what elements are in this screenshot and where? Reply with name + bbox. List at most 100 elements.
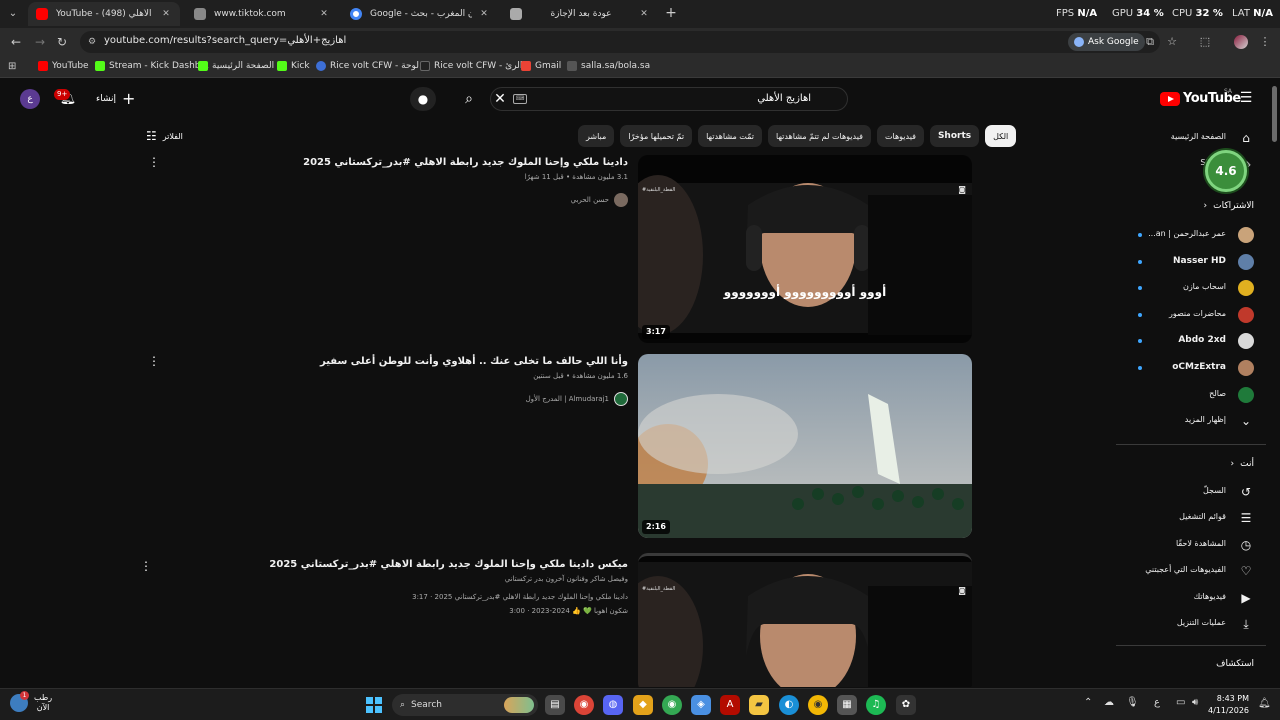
- chip-all[interactable]: الكل: [985, 125, 1017, 147]
- task-view-icon[interactable]: ▤: [545, 695, 565, 715]
- volume-icon[interactable]: 🔊︎: [1192, 697, 1198, 708]
- back-arrow-icon[interactable]: ←: [8, 34, 24, 50]
- microphone-icon[interactable]: ●: [410, 87, 436, 111]
- search-icon[interactable]: ⌕: [455, 87, 483, 111]
- more-options-icon[interactable]: ⋮: [140, 559, 152, 573]
- video-title[interactable]: دادينا ملكي وإحنا الملوك جديد رابطة الاه…: [303, 157, 628, 168]
- weather-widget[interactable]: 1 رطب الآن: [10, 691, 52, 713]
- video-result[interactable]: #القطة_البلنقية ◙ أووو أووووووووو أووووو…: [140, 155, 972, 345]
- rating-badge[interactable]: 4.6: [1205, 150, 1247, 192]
- mix-track-1[interactable]: دادينا ملكي وإحنا الملوك جديد رابطة الاه…: [412, 593, 628, 601]
- copilot-icon[interactable]: ◈: [691, 695, 711, 715]
- notification-center-icon[interactable]: 🔔︎: [1258, 698, 1271, 709]
- sidebar-item-watch-later[interactable]: المشاهدة لاحقًا ◷: [1116, 532, 1266, 558]
- close-icon[interactable]: ✕: [160, 9, 172, 19]
- channel-link[interactable]: المدرج الأول | Almudaraj1: [526, 392, 628, 406]
- sidebar-item-history[interactable]: السجلّ ↺: [1116, 479, 1266, 505]
- bookmark-ricevolt-main[interactable]: Rice volt CFW - الرئ...: [420, 61, 531, 71]
- chrome-dev-icon[interactable]: ◉: [662, 695, 682, 715]
- sidebar-item-playlists[interactable]: قوائم التشغيل ☰: [1116, 505, 1266, 531]
- more-menu-icon[interactable]: ⋮: [1258, 35, 1272, 49]
- bookmark-youtube[interactable]: YouTube: [38, 61, 89, 71]
- chip-videos[interactable]: فيديوهات: [876, 125, 924, 147]
- chip-watched[interactable]: تمّت مشاهدتها: [698, 125, 762, 147]
- site-info-icon[interactable]: ⚙: [88, 36, 100, 48]
- video-title[interactable]: وأنا اللي حالف ما تخلى عنك .. أهلاوي وأن…: [320, 356, 628, 367]
- app-icon[interactable]: ◆: [633, 695, 653, 715]
- video-result[interactable]: 2:16 وأنا اللي حالف ما تخلى عنك .. أهلاو…: [140, 354, 972, 540]
- keyboard-icon[interactable]: ⌨: [513, 94, 527, 104]
- sidebar-item-sub[interactable]: oCMzExtra: [1116, 355, 1266, 381]
- more-options-icon[interactable]: ⋮: [148, 354, 160, 368]
- menu-icon[interactable]: ☰: [1238, 91, 1254, 105]
- bookmark-ricevolt-panel[interactable]: Rice volt CFW - لوحة...: [316, 61, 428, 71]
- edge-icon[interactable]: ◐: [779, 695, 799, 715]
- start-button[interactable]: [366, 697, 382, 713]
- tab-search-icon[interactable]: ⌄: [4, 5, 22, 23]
- tab-return[interactable]: عودة بعد الإجازة ✕: [502, 2, 658, 26]
- bookmark-kick-dashboard[interactable]: Stream - Kick Dashb...: [95, 61, 209, 71]
- ask-google-button[interactable]: Ask Google: [1068, 33, 1145, 51]
- reload-icon[interactable]: ↻: [54, 34, 70, 50]
- chip-shorts[interactable]: Shorts: [929, 125, 980, 147]
- sidebar-item-sub[interactable]: اسحاب مازن: [1116, 275, 1266, 301]
- sidebar-item-home[interactable]: الصفحة الرئيسية ⌂: [1116, 125, 1266, 151]
- account-avatar[interactable]: ع: [20, 89, 40, 109]
- bookmark-kick[interactable]: Kick: [277, 61, 310, 71]
- close-icon[interactable]: ✕: [638, 9, 650, 19]
- you-header[interactable]: أنت ‹: [1116, 455, 1266, 475]
- tab-youtube[interactable]: YouTube - اهازيج الأهلي (498) ✕: [28, 2, 180, 26]
- profile-avatar[interactable]: [1234, 35, 1248, 49]
- scrollbar-thumb[interactable]: [1272, 86, 1277, 142]
- chevron-up-icon[interactable]: ⌃: [1084, 697, 1092, 708]
- bookmark-salla[interactable]: salla.sa/bola.sa: [567, 61, 650, 71]
- more-options-icon[interactable]: ⋮: [148, 155, 160, 169]
- scrollbar[interactable]: [1270, 81, 1278, 687]
- mix-thumbnail[interactable]: #القطة_البلنقية ◙: [638, 553, 972, 687]
- channel-link[interactable]: حسن الحربي: [571, 193, 628, 207]
- tab-google[interactable]: Google - اذان المغرب - بحث ✕: [342, 2, 498, 26]
- chip-live[interactable]: مباشر: [578, 125, 615, 147]
- chip-recently-uploaded[interactable]: تمّ تحميلها مؤخرًا: [620, 125, 693, 147]
- mix-result[interactable]: #القطة_البلنقية ◙ ميكس دادينا ملكي وإحنا…: [140, 553, 972, 687]
- chip-unwatched[interactable]: فيديوهات لم تتمّ مشاهدتها: [768, 125, 871, 147]
- filters-button[interactable]: ☷ الفلاتر: [146, 127, 183, 145]
- microphone-icon[interactable]: 🎙︎: [1126, 697, 1139, 708]
- sidebar-item-sub[interactable]: صالح: [1116, 382, 1266, 408]
- address-bar[interactable]: ⚙ youtube.com/results?search_query=اهازي…: [80, 31, 1160, 53]
- network-icon[interactable]: ▭: [1176, 697, 1185, 708]
- sidebar-item-sub[interactable]: Nasser HD: [1116, 249, 1266, 275]
- system-clock[interactable]: 8:43 PM 4/11/2026: [1208, 693, 1249, 717]
- app3-icon[interactable]: ✿: [896, 695, 916, 715]
- sidebar-item-sub[interactable]: محاضرات منصور: [1116, 302, 1266, 328]
- sidebar-item-sub[interactable]: Abdo 2xd: [1116, 328, 1266, 354]
- close-icon[interactable]: ✕: [318, 9, 330, 19]
- store-icon[interactable]: ▦: [837, 695, 857, 715]
- discord-icon[interactable]: ◍: [603, 695, 623, 715]
- language-indicator[interactable]: ع: [1154, 697, 1160, 708]
- new-tab-button[interactable]: +: [662, 4, 680, 22]
- subscriptions-header[interactable]: الاشتراكات ‹: [1116, 197, 1266, 217]
- youtube-logo[interactable]: YouTube SA: [1160, 88, 1241, 106]
- cloud-icon[interactable]: ☁: [1104, 697, 1114, 708]
- search-box[interactable]: اهازيج الأهلي ⌨: [490, 87, 848, 111]
- bookmark-gmail[interactable]: Gmail: [521, 61, 561, 71]
- bookmark-star-icon[interactable]: ☆: [1165, 35, 1179, 49]
- chrome-icon[interactable]: ◉: [574, 695, 594, 715]
- spotify-icon[interactable]: ♫: [866, 695, 886, 715]
- acrobat-icon[interactable]: A: [720, 695, 740, 715]
- sidebar-item-downloads[interactable]: عمليات التنزيل ⤓: [1116, 611, 1266, 637]
- bookmark-home[interactable]: الصفحة الرئيسية: [198, 61, 274, 71]
- mix-track-2[interactable]: شكون اهوبا 💚 👍 2024-2023 · 3:00: [509, 607, 628, 615]
- search-input[interactable]: اهازيج الأهلي: [757, 93, 811, 104]
- app2-icon[interactable]: ◉: [808, 695, 828, 715]
- clear-search-icon[interactable]: ✕: [490, 89, 510, 109]
- folder-icon[interactable]: ▰: [749, 695, 769, 715]
- video-title[interactable]: ميكس دادينا ملكي وإحنا الملوك جديد رابطة…: [269, 559, 628, 570]
- create-button[interactable]: إنشاء +: [96, 89, 135, 109]
- sidebar-item-your-videos[interactable]: فيديوهاتك ▶: [1116, 585, 1266, 611]
- forward-arrow-icon[interactable]: →: [32, 34, 48, 50]
- taskbar-search[interactable]: ⌕ Search: [392, 694, 538, 716]
- install-app-icon[interactable]: ⧉: [1143, 35, 1157, 49]
- tab-tiktok[interactable]: www.tiktok.com ✕: [186, 2, 338, 26]
